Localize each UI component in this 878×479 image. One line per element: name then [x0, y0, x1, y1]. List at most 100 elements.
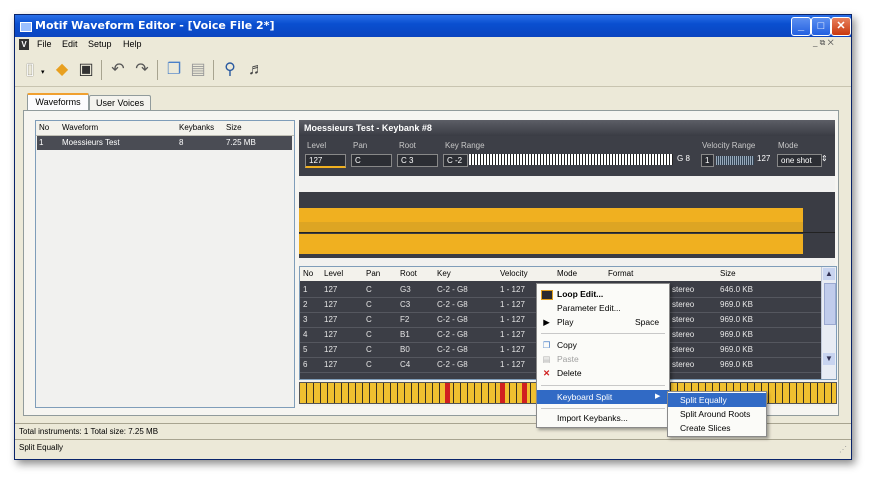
- paste-icon: ▤: [542, 354, 551, 364]
- find-icon[interactable]: ⚲: [219, 59, 241, 81]
- menu-edit[interactable]: Edit: [62, 39, 78, 49]
- cell-velocity: 1 - 127: [500, 285, 525, 294]
- menu-file[interactable]: File: [37, 39, 52, 49]
- open-icon[interactable]: ◆: [51, 59, 73, 81]
- cell-size: 969.0 KB: [720, 330, 753, 339]
- channel-divider: [299, 232, 835, 233]
- mode-select[interactable]: one shot: [777, 154, 822, 167]
- menu-item-paste[interactable]: ▤ Paste: [537, 352, 669, 366]
- menu-item-delete[interactable]: ✕ Delete: [537, 366, 669, 380]
- cell-no: 1: [303, 285, 308, 294]
- column-root[interactable]: Root: [400, 267, 417, 281]
- cell-level: 127: [324, 360, 338, 369]
- column-size[interactable]: Size: [226, 121, 242, 135]
- cell-no: 6: [303, 360, 308, 369]
- scroll-thumb[interactable]: [824, 283, 836, 325]
- cell-key: C-2 - G8: [437, 285, 468, 294]
- column-velocity[interactable]: Velocity: [500, 267, 528, 281]
- cell-format: stereo: [672, 345, 695, 354]
- menu-setup[interactable]: Setup: [88, 39, 112, 49]
- minimize-button[interactable]: _: [791, 17, 811, 36]
- velocity-high-value: 127: [757, 154, 771, 163]
- cell-pan: C: [366, 330, 372, 339]
- scroll-up-icon[interactable]: ▲: [823, 268, 835, 280]
- cell-size: 646.0 KB: [720, 285, 753, 294]
- close-button[interactable]: ✕: [831, 17, 851, 36]
- pan-label: Pan: [353, 141, 368, 150]
- submenu-item-create-slices[interactable]: Create Slices: [668, 421, 766, 435]
- velocity-range-bar[interactable]: [716, 156, 754, 165]
- tab-user-voices[interactable]: User Voices: [89, 95, 151, 111]
- play-icon: ▶: [543, 317, 550, 327]
- list-item[interactable]: 1 Moessieurs Test 8 7.25 MB: [37, 136, 292, 150]
- keybank-title: Moessieurs Test - Keybank #8: [304, 123, 432, 133]
- column-no[interactable]: No: [39, 121, 50, 135]
- cell-key: C-2 - G8: [437, 315, 468, 324]
- column-mode[interactable]: Mode: [557, 267, 577, 281]
- column-key[interactable]: Key: [437, 267, 451, 281]
- cell-format: stereo: [672, 285, 695, 294]
- column-size[interactable]: Size: [720, 267, 736, 281]
- menu-help[interactable]: Help: [123, 39, 142, 49]
- mode-spin-icon[interactable]: ⇕: [821, 154, 828, 163]
- column-waveform[interactable]: Waveform: [62, 121, 99, 135]
- root-field[interactable]: C 3: [397, 154, 438, 167]
- column-no[interactable]: No: [303, 267, 313, 281]
- scroll-down-icon[interactable]: ▼: [823, 353, 835, 365]
- cell-root: C4: [400, 360, 411, 369]
- menu-item-parameter-edit[interactable]: Parameter Edit...: [537, 301, 669, 315]
- copy-icon[interactable]: ❐: [163, 59, 185, 81]
- velocity-low-field[interactable]: 1: [701, 154, 714, 167]
- cell-level: 127: [324, 330, 338, 339]
- key-low-field[interactable]: C -2: [443, 154, 468, 167]
- submenu-item-split-equally[interactable]: Split Equally: [668, 393, 766, 407]
- paste-icon[interactable]: ▤: [187, 59, 209, 81]
- submenu-item-split-around-roots[interactable]: Split Around Roots: [668, 407, 766, 421]
- cell-level: 127: [324, 315, 338, 324]
- menu-item-play[interactable]: ▶ Play Space: [537, 315, 669, 329]
- menu-item-label: Play: [557, 317, 574, 327]
- cell-format: stereo: [672, 315, 695, 324]
- column-keybanks[interactable]: Keybanks: [179, 121, 215, 135]
- level-field[interactable]: 127: [305, 154, 346, 168]
- audition-icon[interactable]: ♬: [245, 59, 267, 81]
- column-format[interactable]: Format: [608, 267, 633, 281]
- cell-velocity: 1 - 127: [500, 330, 525, 339]
- cell-pan: C: [366, 315, 372, 324]
- new-dropdown-icon[interactable]: ▾: [41, 68, 45, 76]
- mdi-controls[interactable]: _ ⧉ ✕: [813, 38, 834, 48]
- new-icon[interactable]: ▯: [19, 59, 41, 81]
- table-scrollbar[interactable]: ▲ ▼: [821, 267, 836, 379]
- menu-item-import-keybanks[interactable]: Import Keybanks...: [537, 411, 669, 425]
- waveform-no: 1: [39, 138, 44, 147]
- title-bar[interactable]: Motif Waveform Editor - [Voice File 2*] …: [15, 15, 851, 37]
- cell-format: stereo: [672, 360, 695, 369]
- waveform-list[interactable]: No Waveform Keybanks Size 1 Moessieurs T…: [35, 120, 295, 408]
- cell-size: 969.0 KB: [720, 315, 753, 324]
- column-pan[interactable]: Pan: [366, 267, 380, 281]
- cell-no: 3: [303, 315, 308, 324]
- menu-item-label: Copy: [557, 340, 577, 350]
- keyboard-split-submenu: Split Equally Split Around Roots Create …: [667, 391, 767, 437]
- toolbar-separator: [101, 60, 102, 80]
- cell-key: C-2 - G8: [437, 330, 468, 339]
- waveform-display[interactable]: [299, 192, 835, 258]
- key-range-keyboard[interactable]: [469, 154, 673, 165]
- undo-icon[interactable]: ↶: [107, 59, 129, 81]
- keybank-marker: [445, 383, 450, 403]
- document-icon[interactable]: V: [19, 39, 29, 50]
- cell-level: 127: [324, 285, 338, 294]
- menu-item-loop-edit[interactable]: Loop Edit...: [537, 287, 669, 301]
- pan-field[interactable]: C: [351, 154, 392, 167]
- menu-item-keyboard-split[interactable]: Keyboard Split ▶: [537, 390, 669, 404]
- column-level[interactable]: Level: [324, 267, 343, 281]
- maximize-button[interactable]: □: [811, 17, 831, 36]
- cell-size: 969.0 KB: [720, 300, 753, 309]
- menu-item-copy[interactable]: ❐ Copy: [537, 338, 669, 352]
- toolbar: ▯ ▾ ◆ ▣ ↶ ↷ ❐ ▤ ⚲ ♬: [15, 54, 851, 87]
- redo-icon[interactable]: ↷: [131, 59, 153, 81]
- copy-icon: ❐: [542, 340, 551, 350]
- resize-grip-icon[interactable]: ⋰: [839, 442, 847, 458]
- cell-format: stereo: [672, 300, 695, 309]
- save-icon[interactable]: ▣: [75, 59, 97, 81]
